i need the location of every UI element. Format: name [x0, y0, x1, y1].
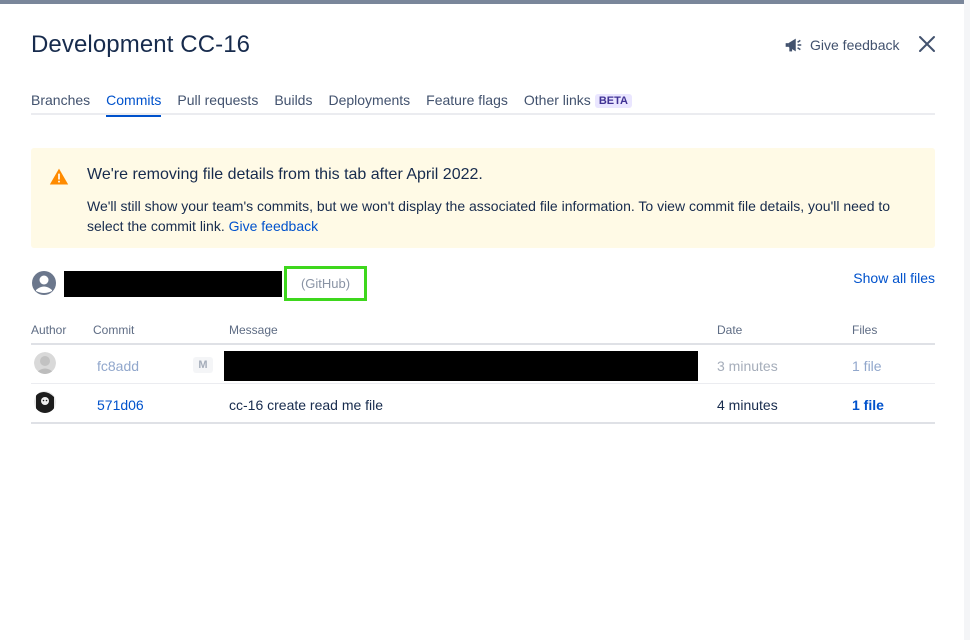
tab-branches[interactable]: Branches [31, 92, 90, 115]
file-details-warning-banner: We're removing file details from this ta… [31, 148, 935, 248]
table-row: 571d06 cc-16 create read me file 4 minut… [31, 385, 935, 424]
author-avatar [34, 352, 56, 374]
author-photo-icon [34, 352, 56, 374]
close-icon [919, 36, 935, 52]
column-header-message: Message [229, 323, 278, 337]
give-feedback-label: Give feedback [810, 37, 900, 53]
banner-body-text: We'll still show your team's commits, bu… [87, 198, 891, 234]
merge-badge: M [193, 357, 213, 373]
development-dialog: Development CC-16 Give feedback Branches… [0, 4, 964, 640]
banner-give-feedback-link[interactable]: Give feedback [229, 218, 319, 234]
user-avatar-icon [32, 271, 56, 295]
commit-hash-link[interactable]: fc8add [97, 358, 139, 374]
tab-commits[interactable]: Commits [106, 92, 162, 117]
table-row: fc8add M 3 minutes 1 file [31, 346, 935, 384]
redacted-repository-name [64, 271, 282, 297]
give-feedback-button[interactable]: Give feedback [782, 34, 900, 56]
repository-header: (GitHub) Show all files [31, 266, 935, 302]
megaphone-icon [785, 38, 802, 52]
dialog-title: Development CC-16 [31, 31, 251, 58]
column-header-date: Date [717, 323, 743, 337]
files-link[interactable]: 1 file [852, 397, 884, 413]
backdrop-edge [964, 0, 970, 640]
redacted-commit-message [224, 351, 698, 381]
files-link[interactable]: 1 file [852, 358, 882, 374]
column-header-author: Author [31, 323, 67, 337]
commit-message: cc-16 create read me file [229, 397, 384, 413]
commit-date: 4 minutes [717, 397, 778, 413]
commits-table-header: Author Commit Message Date Files [31, 320, 935, 345]
author-avatar [34, 391, 56, 413]
column-header-files: Files [852, 323, 878, 337]
close-button[interactable] [915, 32, 939, 56]
tab-feature-flags[interactable]: Feature flags [426, 92, 508, 115]
show-all-files-link[interactable]: Show all files [853, 270, 935, 286]
commit-date: 3 minutes [717, 358, 778, 374]
tab-other-links[interactable]: Other links BETA [524, 92, 632, 115]
repository-provider-label: (GitHub) [284, 266, 367, 301]
banner-body: We'll still show your team's commits, bu… [87, 196, 917, 236]
column-header-commit: Commit [93, 323, 135, 337]
author-photo-icon [34, 391, 56, 413]
tab-deployments[interactable]: Deployments [328, 92, 410, 115]
commit-hash-link[interactable]: 571d06 [97, 397, 144, 413]
tab-bar: Branches Commits Pull requests Builds De… [31, 92, 935, 117]
tab-pull-requests[interactable]: Pull requests [177, 92, 258, 115]
warning-icon [49, 168, 69, 185]
tab-builds[interactable]: Builds [274, 92, 312, 115]
banner-title: We're removing file details from this ta… [87, 166, 483, 183]
beta-badge: BETA [594, 94, 632, 108]
